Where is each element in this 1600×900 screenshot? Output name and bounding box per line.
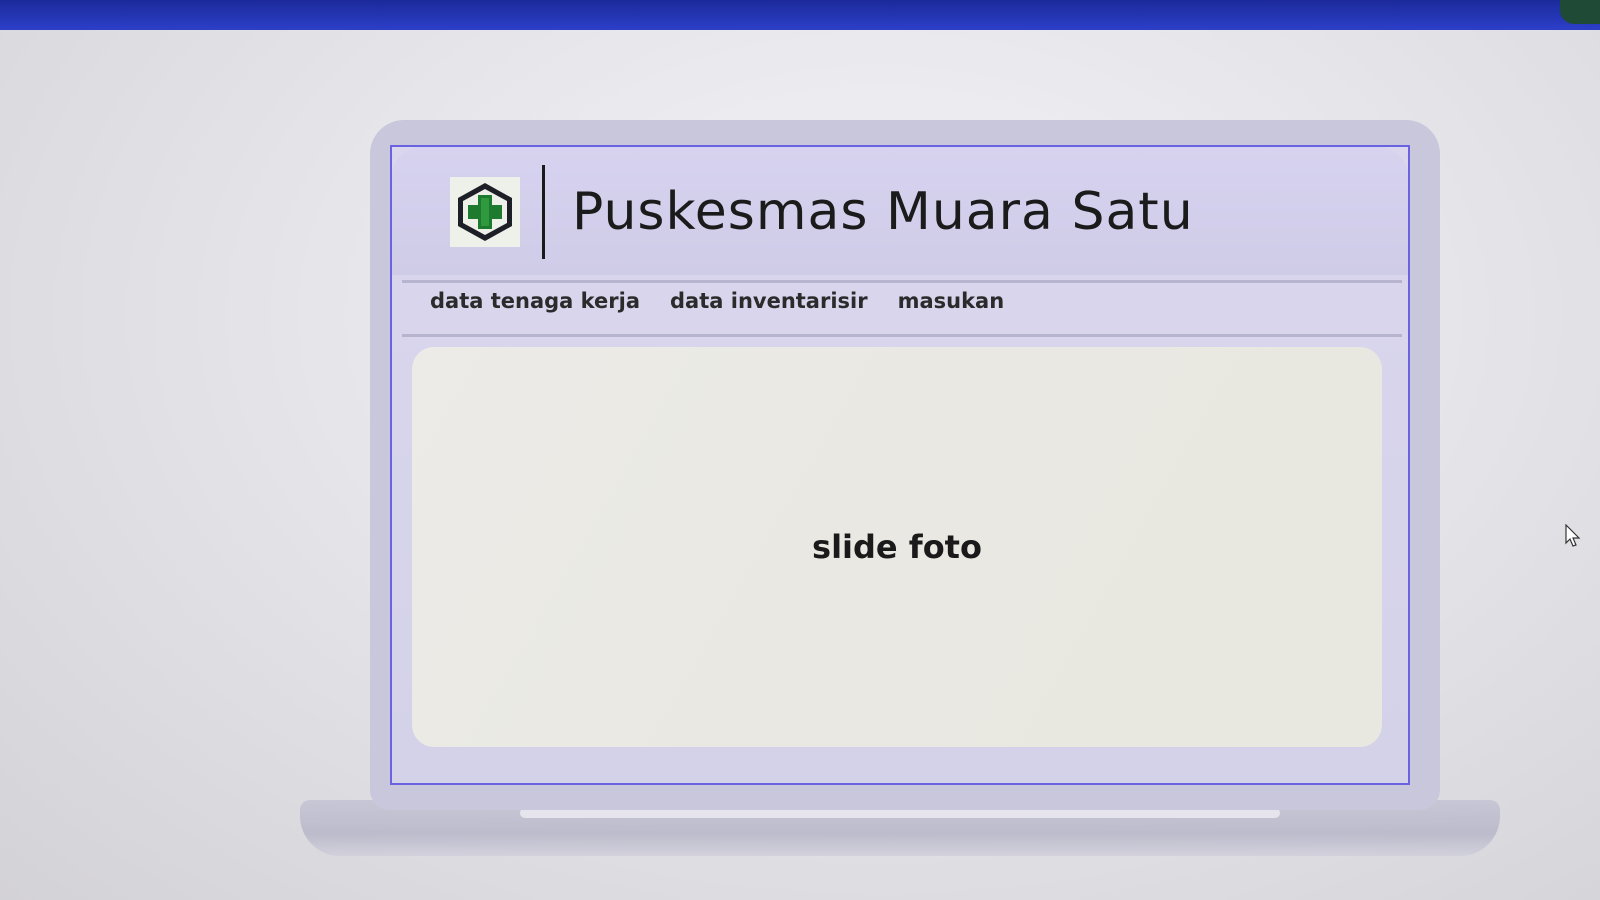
nav-item-data-inventarisir[interactable]: data inventarisir xyxy=(670,289,868,313)
nav-divider-bottom xyxy=(402,334,1402,337)
nav-divider-top xyxy=(402,280,1402,283)
browser-top-bar xyxy=(0,0,1600,30)
nav-item-masukan[interactable]: masukan xyxy=(898,289,1005,313)
profile-icon[interactable] xyxy=(1560,0,1600,24)
website-mockup: Puskesmas Muara Satu data tenaga kerja d… xyxy=(390,145,1410,785)
puskesmas-logo-icon[interactable] xyxy=(450,177,520,247)
site-title: Puskesmas Muara Satu xyxy=(572,182,1194,242)
photo-slider[interactable]: slide foto xyxy=(412,347,1382,747)
header-divider xyxy=(542,165,545,259)
site-header: Puskesmas Muara Satu xyxy=(392,147,1408,275)
main-nav: data tenaga kerja data inventarisir masu… xyxy=(430,289,1004,313)
nav-item-data-tenaga-kerja[interactable]: data tenaga kerja xyxy=(430,289,640,313)
mouse-cursor-icon xyxy=(1565,524,1581,547)
slide-placeholder-label: slide foto xyxy=(812,528,982,566)
